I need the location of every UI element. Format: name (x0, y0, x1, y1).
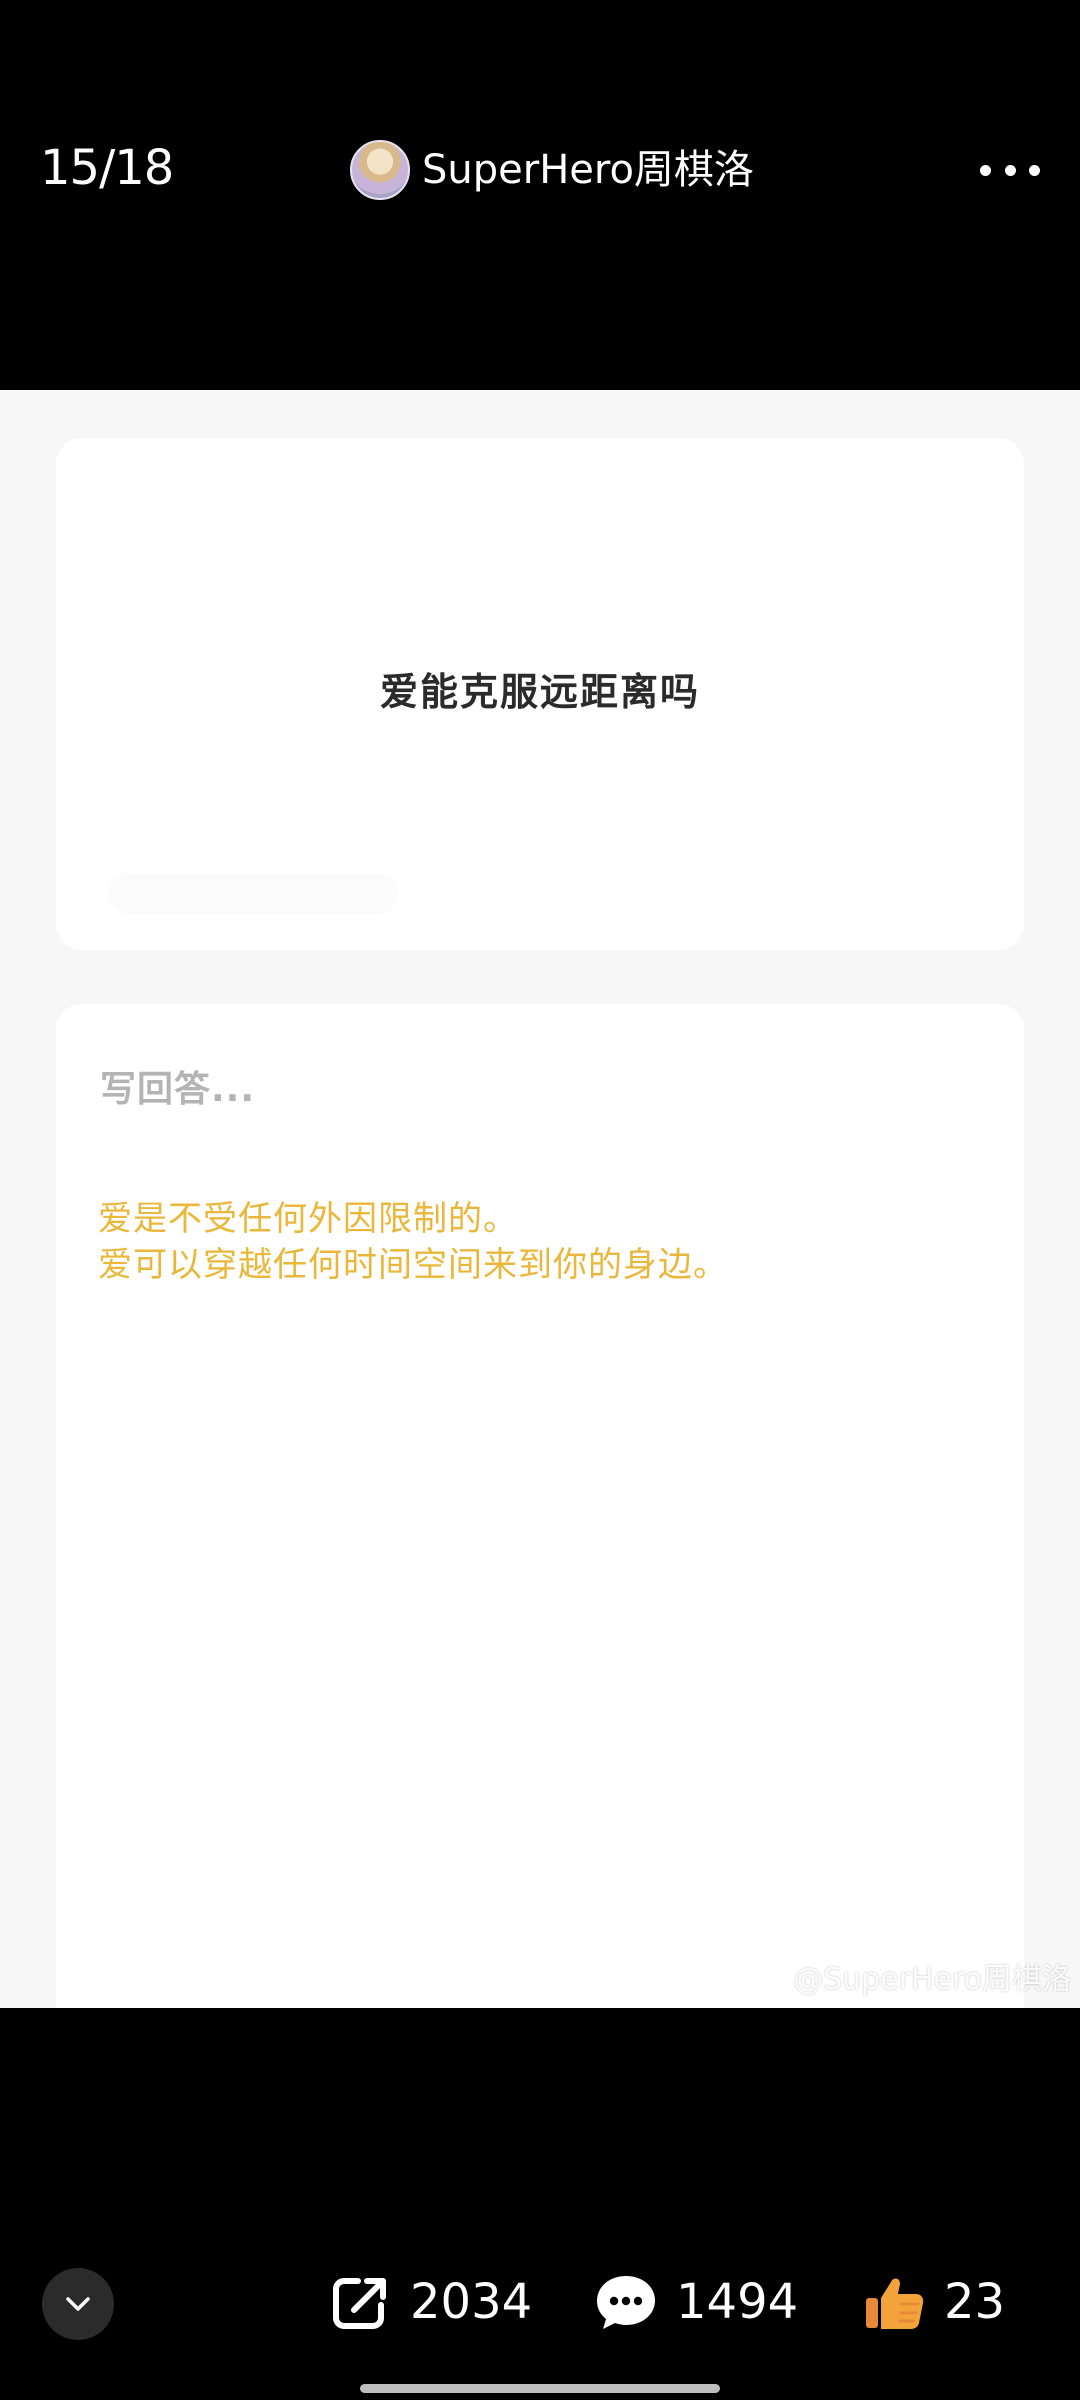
home-indicator[interactable] (360, 2384, 720, 2393)
comment-icon (597, 2276, 655, 2329)
share-button[interactable]: 2034 (330, 2266, 532, 2338)
top-bar: 15/18 SuperHero周棋洛 (0, 0, 1080, 390)
comment-button[interactable]: 1494 (594, 2266, 798, 2338)
collapse-button[interactable] (42, 2268, 114, 2340)
comment-count: 1494 (676, 2274, 799, 2330)
more-dots-icon[interactable] (980, 160, 1040, 180)
screen: 15/18 SuperHero周棋洛 爱能克服远距离吗 写回答... 爱是不受任… (0, 0, 1080, 2400)
answer-line: 爱是不受任何外因限制的。 (98, 1199, 518, 1239)
answer-text: 爱是不受任何外因限制的。 爱可以穿越任何时间空间来到你的身边。 (98, 1196, 728, 1288)
question-text: 爱能克服远距离吗 (379, 670, 700, 714)
answer-line: 爱可以穿越任何时间空间来到你的身边。 (98, 1245, 728, 1285)
like-count: 23 (944, 2274, 1006, 2330)
weibo-icon (743, 1965, 785, 1997)
question-card: 爱能克服远距离吗 (56, 438, 1024, 950)
image-counter: 15/18 (40, 140, 174, 196)
answer-placeholder: 写回答... (100, 1069, 256, 1110)
thumbs-up-icon (866, 2278, 924, 2329)
share-count: 2034 (410, 2274, 533, 2330)
chevron-down-icon (66, 2297, 90, 2311)
like-button[interactable]: 23 (862, 2266, 1005, 2338)
blurred-area (108, 874, 398, 914)
answer-card: 写回答... 爱是不受任何外因限制的。 爱可以穿越任何时间空间来到你的身边。 (56, 1004, 1024, 2008)
watermark: @SuperHero周棋洛 (743, 1960, 1072, 2000)
watermark-text: @SuperHero周棋洛 (793, 1962, 1072, 1997)
post-image[interactable]: 爱能克服远距离吗 写回答... 爱是不受任何外因限制的。 爱可以穿越任何时间空间… (0, 390, 1080, 2008)
author-name[interactable]: SuperHero周棋洛 (422, 138, 754, 202)
avatar[interactable] (350, 140, 410, 200)
author-info[interactable]: SuperHero周棋洛 (350, 138, 754, 202)
share-icon (333, 2278, 386, 2329)
